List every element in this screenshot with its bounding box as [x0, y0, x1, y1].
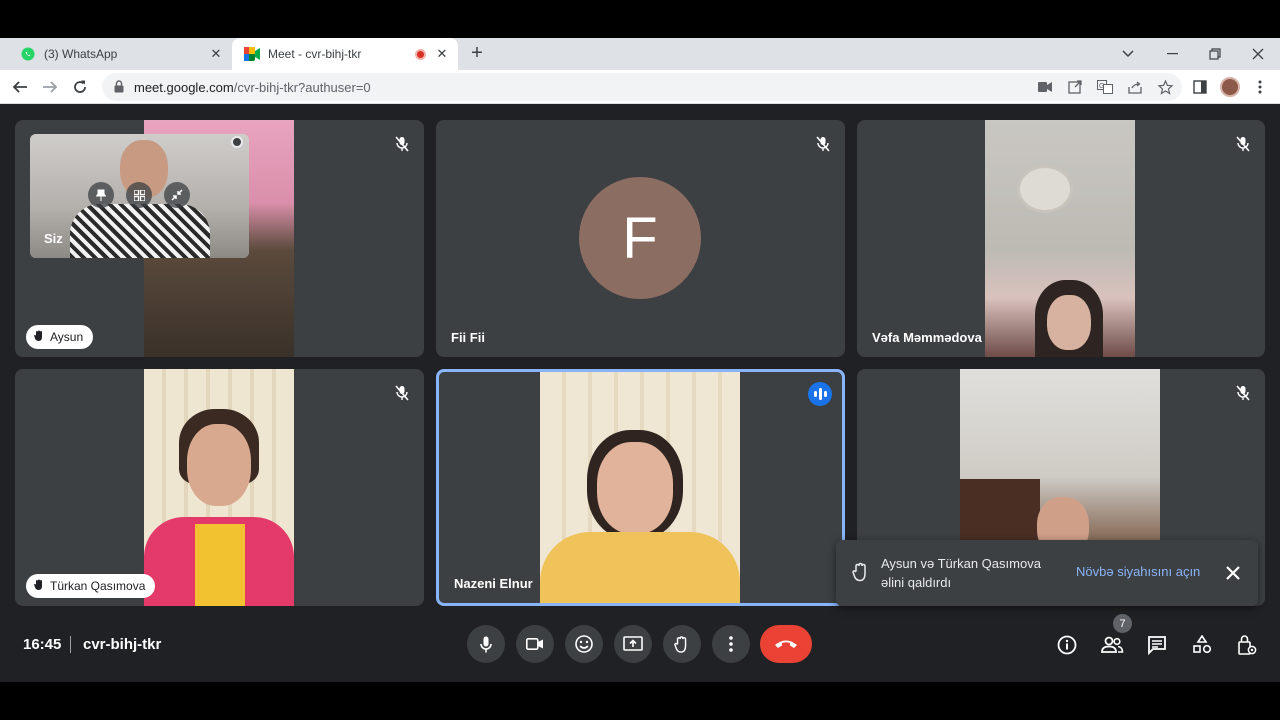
bookmark-star-icon[interactable] — [1156, 78, 1174, 96]
present-screen-button[interactable] — [614, 625, 652, 663]
participant-tile-turkan[interactable]: Türkan Qasımova — [15, 369, 424, 606]
side-panel-icon[interactable] — [1188, 75, 1212, 99]
back-icon[interactable] — [8, 75, 32, 99]
letterbox-top — [0, 0, 1280, 38]
raise-hand-button[interactable] — [663, 625, 701, 663]
audio-level-icon — [231, 136, 243, 148]
address-bar[interactable]: meet.google.com/cvr-bihj-tkr?authuser=0 … — [102, 73, 1182, 101]
camera-button[interactable] — [516, 625, 554, 663]
open-in-new-window-icon[interactable] — [1066, 78, 1084, 96]
restore-icon[interactable] — [1193, 38, 1237, 70]
camera-in-use-icon[interactable] — [1036, 78, 1054, 96]
whatsapp-icon — [20, 46, 36, 62]
participant-name: Nazeni Elnur — [454, 576, 533, 591]
letterbox-bottom — [0, 682, 1280, 720]
raised-hand-icon — [34, 579, 44, 594]
new-tab-button[interactable]: + — [466, 43, 488, 64]
mic-off-icon — [813, 134, 833, 154]
recording-icon — [415, 48, 426, 60]
mic-off-icon — [1233, 134, 1253, 154]
profile-avatar[interactable] — [1218, 75, 1242, 99]
close-window-icon[interactable] — [1236, 38, 1280, 70]
url-path: /cvr-bihj-tkr?authuser=0 — [233, 79, 371, 95]
activities-icon[interactable] — [1189, 632, 1215, 658]
ceiling-rosette — [1017, 165, 1073, 213]
meeting-time: 16:45 — [23, 636, 62, 653]
participant-tile-vefa[interactable]: Vəfa Məmmədova — [857, 120, 1265, 357]
emoji-reaction-button[interactable] — [565, 625, 603, 663]
translate-icon[interactable]: G — [1096, 78, 1114, 96]
participant-shirt — [540, 532, 740, 603]
tab-strip: (3) WhatsApp ✕ Meet - cvr-bihj-tkr ✕ + — [0, 38, 1280, 70]
google-meet-icon — [244, 46, 260, 62]
minimize-icon[interactable] — [1150, 38, 1194, 70]
leave-call-button[interactable] — [760, 625, 812, 663]
mic-off-icon — [392, 383, 412, 403]
speaking-indicator-icon — [808, 382, 832, 406]
meeting-code[interactable]: cvr-bihj-tkr — [83, 636, 161, 653]
mic-off-icon — [1233, 383, 1253, 403]
self-shirt — [70, 204, 210, 258]
participant-tile-nazeni[interactable]: Nazeni Elnur — [436, 369, 845, 606]
svg-text:G: G — [1099, 83, 1104, 90]
participant-shirt — [195, 524, 245, 606]
pin-icon[interactable] — [88, 182, 114, 208]
raised-hands-toast: Aysun və Türkan Qasımova əlini qaldırdı … — [836, 540, 1258, 606]
people-count-badge: 7 — [1113, 614, 1132, 633]
participant-face — [597, 442, 673, 534]
chat-icon[interactable] — [1144, 632, 1170, 658]
mic-off-icon — [392, 134, 412, 154]
participant-name: Fii Fii — [451, 330, 485, 345]
microphone-button[interactable] — [467, 625, 505, 663]
self-view-label: Siz — [44, 231, 63, 246]
participant-face — [187, 424, 251, 506]
lock-icon[interactable] — [114, 80, 126, 94]
share-icon[interactable] — [1126, 78, 1144, 96]
divider — [70, 636, 71, 653]
url-host: meet.google.com — [134, 79, 234, 95]
host-controls-icon[interactable] — [1234, 632, 1260, 658]
raised-hand-icon — [34, 330, 44, 345]
participant-name: Türkan Qasımova — [50, 579, 146, 593]
tab-title: (3) WhatsApp — [44, 47, 118, 61]
close-icon[interactable] — [1222, 562, 1244, 584]
participant-name-pill: Türkan Qasımova — [26, 574, 156, 598]
reload-icon[interactable] — [68, 75, 92, 99]
participant-name: Vəfa Məmmədova — [872, 330, 982, 345]
open-queue-link[interactable]: Növbə siyahısını açın — [1076, 564, 1200, 579]
close-icon[interactable]: ✕ — [208, 46, 224, 62]
participant-tile-fii-fii[interactable]: F Fii Fii — [436, 120, 845, 357]
browser-toolbar: meet.google.com/cvr-bihj-tkr?authuser=0 … — [0, 70, 1280, 104]
chrome-menu-icon[interactable] — [1248, 75, 1272, 99]
participant-face — [1047, 295, 1091, 350]
people-icon[interactable] — [1099, 632, 1125, 658]
tab-search-icon[interactable] — [1106, 38, 1150, 70]
url-text: meet.google.com/cvr-bihj-tkr?authuser=0 — [134, 80, 371, 95]
raised-hand-icon — [852, 562, 874, 584]
participant-name-pill: Aysun — [26, 325, 94, 349]
meeting-details-icon[interactable] — [1054, 632, 1080, 658]
toast-message: Aysun və Türkan Qasımova əlini qaldırdı — [881, 556, 1041, 590]
close-icon[interactable]: ✕ — [434, 46, 450, 62]
tab-title: Meet - cvr-bihj-tkr — [268, 47, 362, 61]
forward-icon[interactable] — [38, 75, 62, 99]
participant-name: Aysun — [50, 330, 84, 344]
grid-layout-icon[interactable] — [126, 182, 152, 208]
tab-meet[interactable]: Meet - cvr-bihj-tkr ✕ — [232, 38, 458, 70]
participant-avatar: F — [579, 177, 701, 299]
more-options-button[interactable] — [712, 625, 750, 663]
minimize-self-view-icon[interactable] — [164, 182, 190, 208]
self-view-tile[interactable]: Siz — [30, 134, 249, 258]
tab-whatsapp[interactable]: (3) WhatsApp ✕ — [8, 38, 232, 70]
